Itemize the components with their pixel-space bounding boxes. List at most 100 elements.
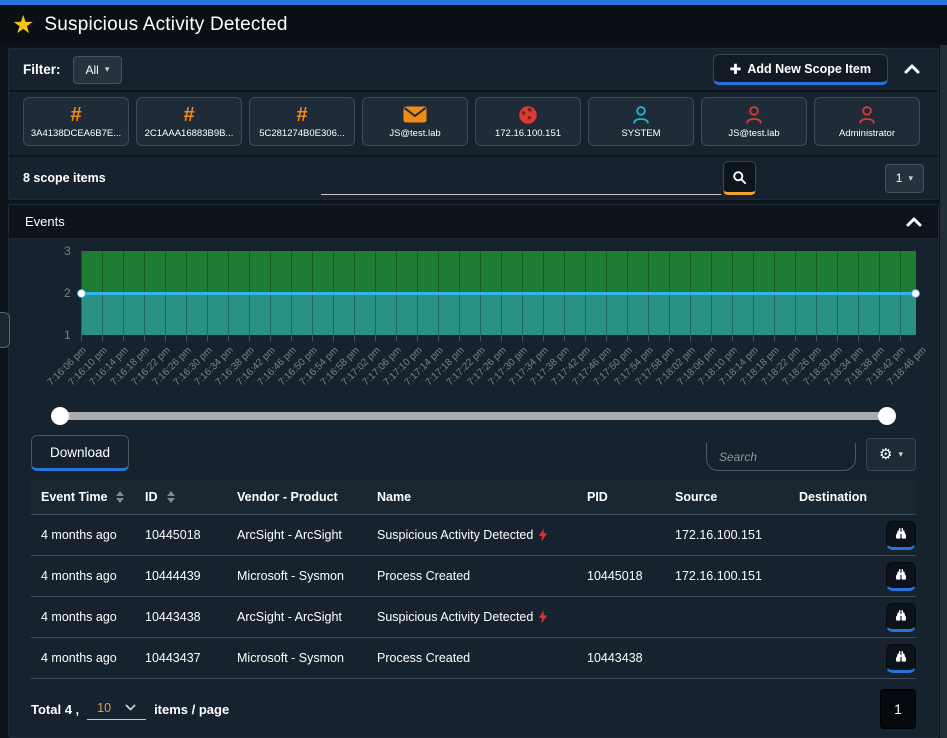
event-row[interactable]: 4 months ago10444439Microsoft - SysmonPr… — [31, 555, 916, 596]
slider-handle-left[interactable] — [51, 407, 69, 425]
cell-name: Process Created — [367, 651, 577, 665]
sort-icon[interactable] — [167, 491, 175, 503]
add-new-scope-item-button[interactable]: ✚ Add New Scope Item — [713, 54, 888, 85]
side-panel-handle[interactable] — [0, 312, 10, 348]
events-search-input[interactable] — [706, 443, 856, 471]
time-range-slider[interactable] — [55, 407, 892, 425]
scope-panel: Filter: All ▾ ✚ Add New Scope Item #3A41… — [8, 48, 939, 200]
sort-icon[interactable] — [116, 491, 124, 503]
hash-icon: # — [183, 104, 194, 125]
globe-icon — [518, 104, 538, 125]
inspect-event-button[interactable] — [886, 562, 916, 591]
cell-pid: 10443438 — [577, 651, 665, 665]
line-series — [81, 292, 916, 295]
person-icon — [743, 104, 765, 125]
column-header-name: Name — [367, 490, 577, 504]
scope-item-label: JS@test.lab — [389, 128, 440, 139]
events-toolbar: Download ⚙ ▾ — [31, 431, 916, 471]
column-header-destination: Destination — [789, 490, 885, 504]
events-body: 321 7:16:06 pm7:16:10 pm7:16:14 pm7:16:1… — [9, 239, 938, 737]
alert-lightning-icon — [538, 528, 548, 542]
cell-actions — [885, 521, 916, 550]
chart-x-axis-labels: 7:16:06 pm7:16:10 pm7:16:14 pm7:16:18 pm… — [81, 341, 921, 397]
plus-icon: ✚ — [730, 62, 742, 76]
items-per-page-value: 10 — [97, 701, 111, 715]
page-title: Suspicious Activity Detected — [44, 14, 287, 36]
scope-count-label: 8 scope items — [23, 171, 193, 185]
scope-item-label: 3A4138DCEA6B7E... — [31, 128, 121, 139]
scrollbar[interactable] — [940, 45, 947, 738]
binoculars-icon — [894, 650, 908, 664]
table-footer: Total 4 , 10 items / page 1 — [31, 689, 916, 729]
cell-id: 10445018 — [135, 528, 227, 542]
filter-dropdown[interactable]: All ▾ — [73, 56, 123, 84]
hash-icon: # — [296, 104, 307, 125]
scope-summary-row: 8 scope items 1 ▾ — [9, 155, 938, 199]
scope-item-card[interactable]: SYSTEM — [588, 97, 694, 146]
scope-search — [321, 161, 756, 195]
cell-vendor-product: ArcSight - ArcSight — [227, 528, 367, 542]
app-window: ★ Suspicious Activity Detected Filter: A… — [0, 0, 947, 738]
scope-item-card[interactable]: JS@test.lab — [701, 97, 807, 146]
cell-actions — [885, 644, 916, 673]
scope-item-card[interactable]: JS@test.lab — [362, 97, 468, 146]
cell-event-time: 4 months ago — [31, 651, 135, 665]
scope-item-label: SYSTEM — [621, 128, 660, 139]
event-row[interactable]: 4 months ago10443437Microsoft - SysmonPr… — [31, 637, 916, 678]
scope-filter-row: Filter: All ▾ ✚ Add New Scope Item — [9, 49, 938, 90]
items-per-page-select[interactable]: 10 — [87, 699, 146, 720]
cell-event-time: 4 months ago — [31, 569, 135, 583]
events-section-header[interactable]: Events — [9, 205, 938, 239]
total-label: Total 4 , — [31, 702, 79, 717]
cell-id: 10443437 — [135, 651, 227, 665]
cell-name: Suspicious Activity Detected — [367, 610, 577, 624]
binoculars-icon — [894, 609, 908, 623]
events-table: Event TimeIDVendor - ProductNamePIDSourc… — [31, 479, 916, 679]
filter-value: All — [86, 63, 99, 77]
envelope-icon — [403, 104, 427, 125]
cell-vendor-product: ArcSight - ArcSight — [227, 610, 367, 624]
chart-y-axis: 321 — [31, 251, 81, 335]
chart-plot-area[interactable] — [81, 251, 916, 335]
table-settings-dropdown[interactable]: ⚙ ▾ — [866, 438, 916, 471]
column-header-event-time[interactable]: Event Time — [31, 490, 135, 504]
scope-item-card[interactable]: Administrator — [814, 97, 920, 146]
add-new-scope-item-label: Add New Scope Item — [747, 62, 871, 76]
person-icon — [856, 104, 878, 125]
inspect-event-button[interactable] — [886, 644, 916, 673]
scope-item-label: JS@test.lab — [728, 128, 779, 139]
binoculars-icon — [894, 568, 908, 582]
column-header-vendor-product: Vendor - Product — [227, 490, 367, 504]
events-panel: Events 321 7:16:06 pm7:16: — [8, 204, 939, 738]
chevron-up-icon — [906, 217, 922, 227]
scope-item-card[interactable]: 172.16.100.151 — [475, 97, 581, 146]
cell-source: 172.16.100.151 — [665, 528, 789, 542]
chevron-up-icon — [904, 64, 920, 74]
scope-search-input[interactable] — [321, 169, 721, 195]
scope-item-card[interactable]: #2C1AAA16883B9B... — [136, 97, 242, 146]
download-button[interactable]: Download — [31, 435, 129, 471]
chevron-down-icon — [125, 704, 136, 711]
items-per-page-label: items / page — [154, 702, 229, 717]
column-header-id[interactable]: ID — [135, 490, 227, 504]
page-1-button[interactable]: 1 — [880, 689, 916, 729]
cell-name: Process Created — [367, 569, 577, 583]
column-header-source: Source — [665, 490, 789, 504]
person-icon — [630, 104, 652, 125]
line-marker-right — [912, 290, 919, 297]
scope-item-card[interactable]: #5C281274B0E306... — [249, 97, 355, 146]
cell-id: 10443438 — [135, 610, 227, 624]
scope-page-dropdown[interactable]: 1 ▾ — [885, 164, 924, 193]
slider-handle-right[interactable] — [878, 407, 896, 425]
slider-track[interactable] — [59, 412, 888, 420]
inspect-event-button[interactable] — [886, 603, 916, 632]
scope-search-button[interactable] — [723, 161, 756, 195]
event-row[interactable]: 4 months ago10445018ArcSight - ArcSightS… — [31, 514, 916, 555]
cell-vendor-product: Microsoft - Sysmon — [227, 651, 367, 665]
cell-actions — [885, 562, 916, 591]
event-row[interactable]: 4 months ago10443438ArcSight - ArcSightS… — [31, 596, 916, 637]
scope-item-card[interactable]: #3A4138DCEA6B7E... — [23, 97, 129, 146]
inspect-event-button[interactable] — [886, 521, 916, 550]
cell-vendor-product: Microsoft - Sysmon — [227, 569, 367, 583]
collapse-scope-panel-chevron[interactable] — [900, 60, 924, 79]
